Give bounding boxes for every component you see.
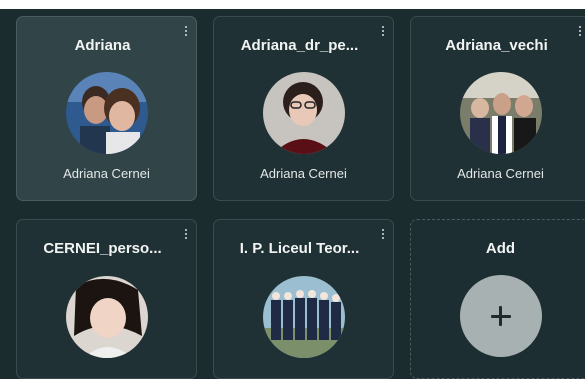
profile-title: Adriana (74, 37, 131, 54)
more-vertical-icon[interactable] (578, 26, 582, 36)
profile-user: Adriana Cernei (260, 166, 347, 181)
profile-title: CERNEI_perso... (43, 240, 162, 257)
avatar (459, 72, 542, 154)
avatar (262, 72, 345, 154)
profile-card-adriana-dr[interactable]: Adriana_dr_pe... Adriana Cernei (213, 16, 394, 201)
profile-title: I. P. Liceul Teor... (239, 240, 360, 257)
add-profile-card[interactable]: Add (410, 219, 585, 379)
more-vertical-icon[interactable] (184, 26, 188, 36)
more-vertical-icon[interactable] (184, 229, 188, 239)
more-vertical-icon[interactable] (381, 26, 385, 36)
profile-title: Adriana_dr_pe... (240, 37, 359, 54)
add-button[interactable] (459, 275, 542, 357)
add-title: Add (485, 240, 516, 257)
profile-card-liceul[interactable]: I. P. Liceul Teor... (213, 219, 394, 379)
profile-title: Adriana_vechi (445, 37, 548, 54)
profile-card-cernei[interactable]: CERNEI_perso... (16, 219, 197, 379)
profile-user: Adriana Cernei (457, 166, 544, 181)
profile-user: Adriana Cernei (63, 166, 150, 181)
avatar (65, 72, 148, 154)
avatar (65, 276, 148, 358)
avatar (262, 276, 345, 358)
top-edge (0, 0, 585, 9)
profile-card-adriana-vechi[interactable]: Adriana_vechi Adriana Cernei (410, 16, 585, 201)
plus-icon (490, 306, 511, 326)
more-vertical-icon[interactable] (381, 229, 385, 239)
profile-card-adriana[interactable]: Adriana Adriana Cernei (16, 16, 197, 201)
